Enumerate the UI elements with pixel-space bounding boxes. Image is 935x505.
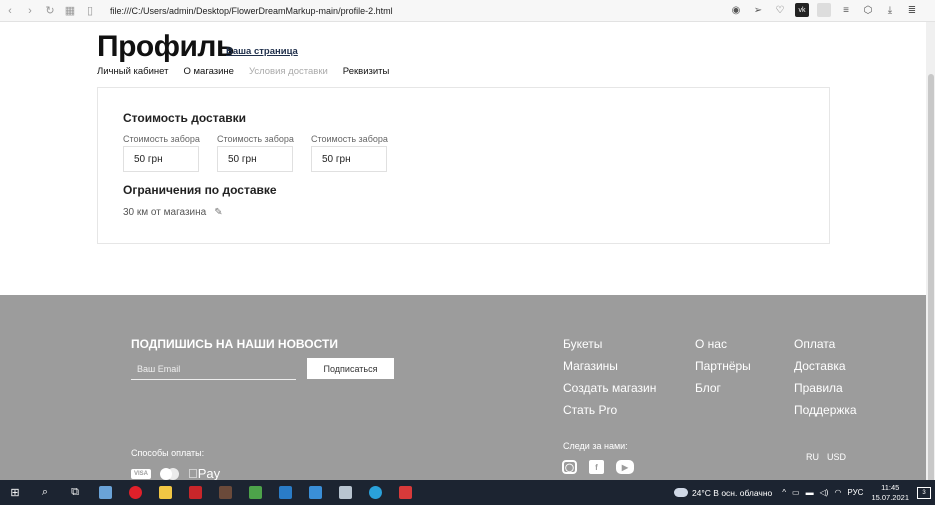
forward-icon[interactable]: › [20, 1, 40, 21]
subscribe-title: ПОДПИШИСЬ НА НАШИ НОВОСТИ [131, 337, 338, 351]
scrollbar[interactable] [926, 22, 935, 484]
taskbar-app-icon[interactable] [390, 480, 420, 505]
cube-icon[interactable]: ⬡ [861, 3, 875, 17]
apple-pay-icon: Pay [188, 466, 220, 481]
menu-icon[interactable]: ≡ [839, 3, 853, 17]
footer-links-col1: Букеты Магазины Создать магазин Стать Pr… [563, 337, 656, 417]
browser-toolbar: ‹ › ↻ ▦ ▯ file:///C:/Users/admin/Desktop… [0, 0, 935, 22]
volume-icon[interactable]: ◁) [820, 488, 829, 497]
battery-icon[interactable]: ▬ [806, 488, 814, 497]
chevron-up-icon[interactable]: ^ [782, 488, 786, 497]
footer-link[interactable]: Поддержка [794, 403, 857, 417]
weather-widget[interactable]: 24°C В осн. облачно [673, 487, 773, 498]
network-icon[interactable]: ▭ [792, 488, 800, 497]
footer-link[interactable]: Оплата [794, 337, 857, 351]
email-input[interactable]: Ваш Email [131, 359, 296, 380]
vk-icon[interactable]: vk [795, 3, 809, 17]
delivery-card: Стоимость доставки Стоимость забора Стои… [97, 87, 830, 244]
taskbar-app-icon[interactable] [240, 480, 270, 505]
page-icon: ▯ [86, 5, 94, 17]
scrollbar-thumb[interactable] [928, 74, 934, 484]
notifications-icon[interactable]: 3 [917, 486, 931, 499]
field-label: Стоимость забора [311, 134, 388, 144]
filezilla-icon[interactable] [180, 480, 210, 505]
footer-link[interactable]: Доставка [794, 359, 857, 373]
footer-link[interactable]: О нас [695, 337, 751, 351]
instagram-icon[interactable]: ◯ [562, 460, 577, 474]
footer-link[interactable]: Партнёры [695, 359, 751, 373]
settings-icon[interactable]: ≣ [905, 3, 919, 17]
footer-links-col3: Оплата Доставка Правила Поддержка [794, 337, 857, 417]
telegram-icon[interactable] [360, 480, 390, 505]
pencil-icon[interactable]: ✎ [214, 207, 222, 218]
field-label: Стоимость забора [123, 134, 200, 144]
language-indicator[interactable]: РУС [847, 488, 863, 497]
tray-icons: ^ ▭ ▬ ◁) ◠ РУС [782, 488, 863, 497]
footer: ПОДПИШИСЬ НА НАШИ НОВОСТИ Ваш Email Подп… [0, 295, 926, 481]
send-icon[interactable]: ➢ [751, 3, 765, 17]
pickup-cost-input-1[interactable]: 50 грн [123, 146, 199, 172]
footer-link[interactable]: Магазины [563, 359, 656, 373]
your-page-link[interactable]: Ваша страница [226, 46, 298, 57]
taskbar-app-icon[interactable] [330, 480, 360, 505]
task-view-icon[interactable]: ⧉ [60, 480, 90, 505]
tab-requisites[interactable]: Реквизиты [343, 66, 390, 77]
windows-start-icon[interactable]: ⊞ [0, 480, 30, 505]
cloud-icon [673, 488, 688, 497]
payment-icons: VISA Pay [131, 466, 220, 481]
search-icon[interactable]: ⌕ [30, 480, 60, 505]
taskbar-app-icon[interactable] [90, 480, 120, 505]
delivery-limits-title: Ограничения по доставке [123, 183, 277, 197]
wifi-icon[interactable]: ◠ [834, 488, 841, 497]
clock-time: 11:45 [881, 482, 900, 492]
language-selector[interactable]: RU [806, 452, 819, 462]
delivery-limit-value: 30 км от магазина [123, 207, 207, 218]
taskbar-app-icon[interactable] [270, 480, 300, 505]
opera-icon[interactable] [120, 480, 150, 505]
tab-personal-cabinet[interactable]: Личный кабинет [97, 66, 168, 77]
weather-text: 24°C В осн. облачно [691, 487, 773, 498]
heart-icon[interactable]: ♡ [773, 3, 787, 17]
reload-icon[interactable]: ↻ [40, 1, 60, 21]
grid-icon[interactable]: ▦ [60, 1, 80, 21]
explorer-icon[interactable] [150, 480, 180, 505]
taskbar-app-icon[interactable] [210, 480, 240, 505]
footer-link[interactable]: Создать магазин [563, 381, 656, 395]
profile-tabs: Личный кабинет О магазине Условия достав… [97, 66, 404, 77]
mastercard-icon [160, 467, 180, 480]
pickup-cost-input-2[interactable]: 50 грн [217, 146, 293, 172]
currency-selector[interactable]: USD [827, 452, 846, 462]
clock[interactable]: 11:45 15.07.2021 [871, 483, 909, 503]
footer-link[interactable]: Правила [794, 381, 857, 395]
subscribe-button[interactable]: Подписаться [307, 358, 394, 379]
footer-links-col2: О нас Партнёры Блог [695, 337, 751, 395]
download-icon[interactable]: ⤓ [883, 3, 897, 17]
taskbar-app-icon[interactable] [300, 480, 330, 505]
youtube-icon[interactable]: ▶ [616, 460, 634, 474]
follow-label: Следи за нами: [563, 441, 628, 451]
social-links: ◯ f ▶ [562, 460, 634, 474]
delivery-limit: 30 км от магазина ✎ [123, 207, 223, 218]
locale-switcher: RU USD [806, 452, 846, 462]
footer-link[interactable]: Букеты [563, 337, 656, 351]
address-bar[interactable]: file:///C:/Users/admin/Desktop/FlowerDre… [110, 6, 393, 16]
clock-date: 15.07.2021 [871, 492, 909, 502]
back-icon[interactable]: ‹ [0, 1, 20, 21]
visa-icon: VISA [131, 468, 152, 479]
camera-icon[interactable]: ◉ [729, 3, 743, 17]
payment-label: Способы оплаты: [131, 448, 205, 458]
footer-link[interactable]: Блог [695, 381, 751, 395]
field-label: Стоимость забора [217, 134, 294, 144]
delivery-cost-title: Стоимость доставки [123, 111, 247, 125]
tab-delivery-terms[interactable]: Условия доставки [249, 66, 328, 77]
system-tray: 24°C В осн. облачно ^ ▭ ▬ ◁) ◠ РУС 11:45… [673, 480, 931, 505]
pickup-cost-input-3[interactable]: 50 грн [311, 146, 387, 172]
extension-icon[interactable] [817, 3, 831, 17]
page-title: Профиль [97, 30, 234, 63]
footer-link[interactable]: Стать Pro [563, 403, 656, 417]
tab-about-shop[interactable]: О магазине [183, 66, 233, 77]
taskbar: ⊞ ⌕ ⧉ 24°C В осн. облачно ^ ▭ ▬ ◁) ◠ РУС… [0, 480, 935, 505]
facebook-icon[interactable]: f [589, 460, 604, 474]
